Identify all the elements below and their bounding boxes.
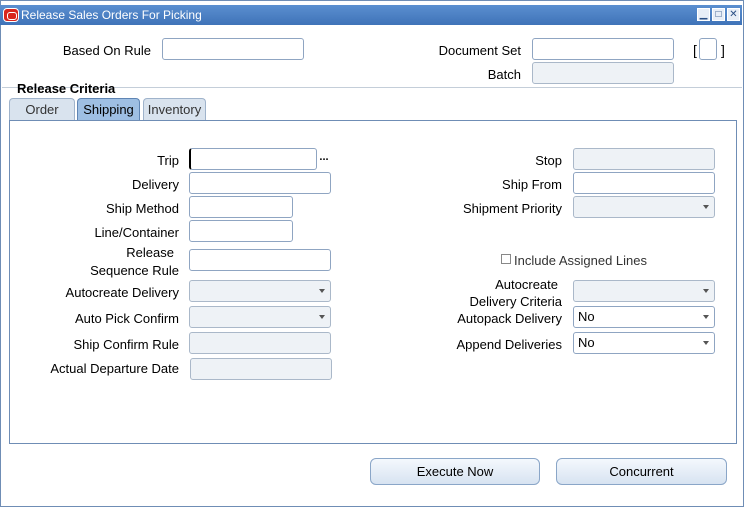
delivery-field[interactable] xyxy=(189,172,331,194)
based-on-rule-field[interactable] xyxy=(162,38,304,60)
chevron-down-icon xyxy=(703,341,709,345)
oracle-app-icon xyxy=(3,8,19,22)
descriptive-flex-bracket-close: ] xyxy=(721,42,725,58)
append-deliveries-select[interactable]: No xyxy=(573,332,715,354)
actual-departure-date-label: Actual Departure Date xyxy=(50,361,179,376)
actual-departure-date-field xyxy=(190,358,332,380)
include-assigned-lines-checkbox[interactable] xyxy=(501,254,511,264)
auto-pick-confirm-label: Auto Pick Confirm xyxy=(74,311,179,326)
chevron-down-icon xyxy=(703,315,709,319)
based-on-rule-label: Based On Rule xyxy=(62,43,151,58)
batch-label: Batch xyxy=(487,67,521,82)
ship-method-field[interactable] xyxy=(189,196,293,218)
release-sequence-rule-field[interactable] xyxy=(189,249,331,271)
autocreate-delivery-criteria-select xyxy=(573,280,715,302)
ship-from-label: Ship From xyxy=(502,177,562,192)
release-criteria-heading: Release Criteria xyxy=(17,81,116,96)
auto-pick-confirm-select xyxy=(189,306,331,328)
title-bar[interactable]: Release Sales Orders For Picking ▁ □ ✕ xyxy=(0,5,742,25)
append-deliveries-label: Append Deliveries xyxy=(456,337,562,352)
chevron-down-icon xyxy=(703,289,709,293)
autocreate-delivery-label: Autocreate Delivery xyxy=(65,285,179,300)
document-set-label: Document Set xyxy=(438,43,521,58)
autopack-delivery-label: Autopack Delivery xyxy=(457,311,562,326)
ship-confirm-rule-field xyxy=(189,332,331,354)
release-sequence-rule-label-line2: Sequence Rule xyxy=(90,263,179,278)
trip-lov-button[interactable]: ... xyxy=(317,148,331,170)
tab-inventory[interactable]: Inventory xyxy=(143,98,206,120)
descriptive-flex-bracket-open: [ xyxy=(693,42,697,58)
chevron-down-icon xyxy=(319,315,325,319)
shipment-priority-select xyxy=(573,196,715,218)
trip-field[interactable] xyxy=(189,148,317,170)
stop-field xyxy=(573,148,715,170)
close-icon[interactable]: ✕ xyxy=(727,8,740,21)
include-assigned-lines-label: Include Assigned Lines xyxy=(514,253,647,268)
append-deliveries-value: No xyxy=(578,335,595,350)
batch-field xyxy=(532,62,674,84)
minimize-icon[interactable]: ▁ xyxy=(697,8,710,21)
document-set-field[interactable] xyxy=(532,38,674,60)
tab-order[interactable]: Order xyxy=(9,98,75,120)
autopack-delivery-value: No xyxy=(578,309,595,324)
autocreate-delivery-criteria-label-line2: Delivery Criteria xyxy=(469,294,562,309)
descriptive-flexfield[interactable] xyxy=(699,38,717,60)
maximize-icon[interactable]: □ xyxy=(712,8,725,21)
line-container-field[interactable] xyxy=(189,220,293,242)
chevron-down-icon xyxy=(319,289,325,293)
tab-shipping[interactable]: Shipping xyxy=(77,98,140,120)
execute-now-button[interactable]: Execute Now xyxy=(370,458,540,485)
window-title: Release Sales Orders For Picking xyxy=(21,8,202,22)
delivery-label: Delivery xyxy=(132,177,179,192)
ship-from-field[interactable] xyxy=(573,172,715,194)
ship-method-label: Ship Method xyxy=(106,201,179,216)
ship-confirm-rule-label: Ship Confirm Rule xyxy=(73,337,180,352)
release-sequence-rule-label-line1: Release xyxy=(126,245,174,260)
chevron-down-icon xyxy=(703,205,709,209)
autocreate-delivery-select xyxy=(189,280,331,302)
autocreate-delivery-criteria-label-line1: Autocreate xyxy=(495,277,558,292)
autopack-delivery-select[interactable]: No xyxy=(573,306,715,328)
concurrent-button[interactable]: Concurrent xyxy=(556,458,727,485)
stop-label: Stop xyxy=(535,153,562,168)
line-container-label: Line/Container xyxy=(94,225,179,240)
shipment-priority-label: Shipment Priority xyxy=(463,201,562,216)
trip-label: Trip xyxy=(157,153,179,168)
